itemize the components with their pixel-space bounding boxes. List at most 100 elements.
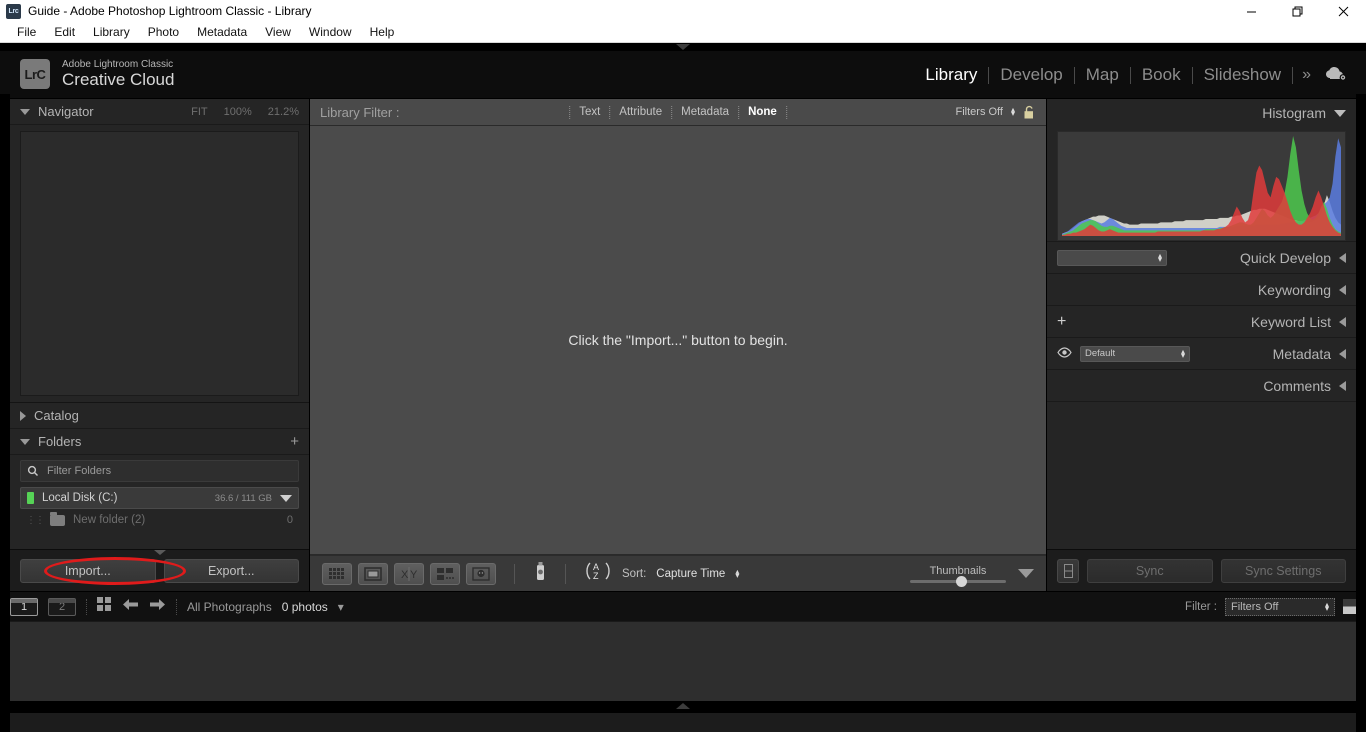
- catalog-title: Catalog: [34, 408, 79, 423]
- filter-folders-input[interactable]: Filter Folders: [20, 460, 299, 482]
- auto-sync-toggle[interactable]: [1057, 558, 1079, 583]
- filter-tab-metadata[interactable]: Metadata: [681, 106, 729, 118]
- add-keyword-icon[interactable]: +: [1057, 313, 1066, 330]
- menu-edit[interactable]: Edit: [45, 22, 84, 43]
- people-view-icon[interactable]: [466, 562, 496, 585]
- zoom-custom[interactable]: 21.2%: [268, 106, 299, 118]
- export-button[interactable]: Export...: [163, 558, 299, 583]
- metadata-header[interactable]: Default ▴ ▾ Metadata: [1047, 337, 1356, 369]
- module-book[interactable]: Book: [1131, 65, 1192, 85]
- volume-disclosure-icon[interactable]: [280, 494, 292, 502]
- navigator-preview[interactable]: [20, 131, 299, 396]
- sort-stepper-icon[interactable]: ▴ ▾: [735, 567, 739, 579]
- keyword-list-disclosure-icon[interactable]: [1339, 316, 1346, 327]
- sort-value[interactable]: Capture Time: [656, 568, 725, 580]
- module-slideshow[interactable]: Slideshow: [1193, 65, 1293, 85]
- module-library[interactable]: Library: [914, 65, 988, 85]
- comments-disclosure-icon[interactable]: [1339, 380, 1346, 391]
- folders-disclosure-icon[interactable]: [20, 438, 30, 445]
- histogram-chart[interactable]: [1057, 131, 1346, 241]
- zoom-fit[interactable]: FIT: [191, 106, 208, 118]
- list-item[interactable]: ⋮⋮ New folder (2) 0: [20, 509, 299, 531]
- grid-view-icon[interactable]: [322, 562, 352, 585]
- filters-stepper-icon[interactable]: ▴ ▾: [1011, 106, 1015, 118]
- chevron-down-icon[interactable]: [1018, 569, 1034, 578]
- minimize-button[interactable]: [1228, 0, 1274, 22]
- metadata-stepper-icon[interactable]: ▴ ▾: [1181, 347, 1185, 359]
- panel-resize-nub[interactable]: [153, 550, 166, 555]
- filter-tab-none[interactable]: None: [748, 106, 777, 118]
- arrow-left-icon[interactable]: [122, 597, 139, 617]
- compare-view-icon[interactable]: X Y: [394, 562, 424, 585]
- filmstrip-source[interactable]: All Photographs: [187, 600, 272, 614]
- keywording-header[interactable]: Keywording: [1047, 273, 1356, 305]
- arrow-right-icon[interactable]: [149, 597, 166, 617]
- filmstrip-thumbnails[interactable]: [0, 621, 1366, 701]
- keywording-disclosure-icon[interactable]: [1339, 284, 1346, 295]
- bottom-panel-nub[interactable]: [676, 703, 690, 709]
- bottom-panel-toggle[interactable]: [0, 701, 1366, 713]
- navigator-disclosure-icon[interactable]: [20, 108, 30, 115]
- sync-button[interactable]: Sync: [1087, 558, 1213, 583]
- metadata-disclosure-icon[interactable]: [1339, 348, 1346, 359]
- eye-icon[interactable]: [1057, 345, 1072, 363]
- maximize-button[interactable]: [1274, 0, 1320, 22]
- survey-view-icon[interactable]: [430, 562, 460, 585]
- menu-metadata[interactable]: Metadata: [188, 22, 256, 43]
- filter-swatch-icon[interactable]: [1343, 599, 1356, 614]
- module-overflow-icon[interactable]: »: [1293, 66, 1320, 84]
- top-panel-nub[interactable]: [676, 44, 690, 50]
- thumbnails-slider[interactable]: [910, 575, 1006, 587]
- top-panel-toggle[interactable]: [0, 43, 1366, 51]
- comments-header[interactable]: Comments: [1047, 369, 1356, 401]
- quick-develop-header[interactable]: ▴ ▾ Quick Develop: [1047, 241, 1356, 273]
- filmstrip-filter-select[interactable]: Filters Off ▴ ▾: [1225, 597, 1335, 616]
- chevron-down-icon[interactable]: ▾: [338, 600, 344, 614]
- menu-photo[interactable]: Photo: [139, 22, 188, 43]
- menu-help[interactable]: Help: [361, 22, 404, 43]
- module-map[interactable]: Map: [1075, 65, 1130, 85]
- import-button[interactable]: Import...: [20, 558, 156, 583]
- filter-tab-text[interactable]: Text: [579, 106, 600, 118]
- module-develop[interactable]: Develop: [989, 65, 1073, 85]
- navigator-header[interactable]: Navigator FIT 100% 21.2%: [10, 99, 309, 125]
- right-panel-spacer: [1047, 401, 1356, 549]
- sync-settings-button[interactable]: Sync Settings: [1220, 558, 1346, 583]
- volume-row[interactable]: Local Disk (C:) 36.6 / 111 GB: [20, 487, 299, 509]
- add-folder-icon[interactable]: +: [290, 434, 299, 449]
- cloud-sync-icon[interactable]: [1320, 64, 1352, 87]
- histogram-header[interactable]: Histogram: [1047, 99, 1356, 127]
- grid-view-empty[interactable]: Click the "Import..." button to begin.: [310, 126, 1046, 555]
- menu-library[interactable]: Library: [84, 22, 139, 43]
- keyword-list-header[interactable]: + Keyword List: [1047, 305, 1356, 337]
- menu-view[interactable]: View: [256, 22, 300, 43]
- quick-develop-preset-select[interactable]: ▴ ▾: [1057, 249, 1167, 266]
- folders-header[interactable]: Folders +: [10, 429, 309, 455]
- folder-photo-count: 0: [286, 514, 293, 526]
- thumbnails-slider-knob[interactable]: [956, 575, 967, 587]
- menu-window[interactable]: Window: [300, 22, 361, 43]
- loupe-view-icon[interactable]: [358, 562, 388, 585]
- grid-icon[interactable]: [97, 596, 112, 617]
- close-button[interactable]: [1320, 0, 1366, 22]
- menu-file[interactable]: File: [8, 22, 45, 43]
- histogram-title: Histogram: [1262, 105, 1326, 121]
- spray-can-icon[interactable]: [533, 560, 547, 587]
- filmstrip-filter-stepper-icon[interactable]: ▴ ▾: [1325, 600, 1329, 612]
- catalog-disclosure-icon[interactable]: [20, 410, 26, 421]
- screen-one-button[interactable]: 1: [10, 597, 38, 616]
- identity-plate[interactable]: LrC Adobe Lightroom Classic Creative Clo…: [0, 59, 174, 90]
- preset-stepper-icon[interactable]: ▴ ▾: [1158, 251, 1162, 263]
- filmstrip-photo-count[interactable]: 0 photos: [282, 600, 328, 614]
- filters-state-label[interactable]: Filters Off: [956, 106, 1003, 118]
- metadata-preset-select[interactable]: Default ▴ ▾: [1080, 345, 1190, 362]
- screen-two-button[interactable]: 2: [48, 597, 76, 616]
- window-title-bar[interactable]: Lrc Guide - Adobe Photoshop Lightroom Cl…: [0, 0, 1366, 22]
- zoom-100[interactable]: 100%: [224, 106, 252, 118]
- histogram-disclosure-icon[interactable]: [1334, 109, 1346, 117]
- lock-open-icon[interactable]: [1023, 105, 1036, 119]
- filter-tab-attribute[interactable]: Attribute: [619, 106, 662, 118]
- sort-az-icon[interactable]: A Z: [584, 560, 612, 587]
- catalog-header[interactable]: Catalog: [10, 403, 309, 429]
- quick-develop-disclosure-icon[interactable]: [1339, 252, 1346, 263]
